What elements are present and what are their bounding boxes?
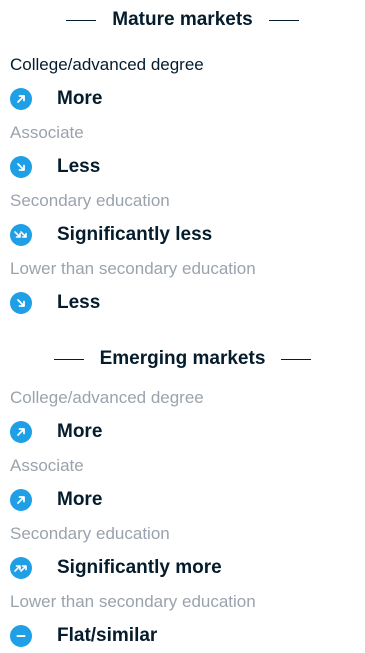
trend-row: More	[0, 483, 365, 517]
double-arrow-down-right-icon	[10, 224, 32, 246]
trend-row: More	[0, 82, 365, 116]
education-level-label: Associate	[10, 123, 84, 142]
section-title: Emerging markets	[99, 348, 266, 369]
trend-row: More	[0, 415, 365, 449]
header-rule-right	[268, 19, 299, 21]
trend-label: More	[57, 421, 103, 442]
education-level-row: College/advanced degree	[0, 381, 365, 415]
trend-label: More	[57, 88, 103, 109]
section-emerging: College/advanced degree More Associate M…	[0, 381, 365, 653]
trend-label: Significantly more	[57, 557, 222, 578]
education-level-label: Secondary education	[10, 191, 170, 210]
trend-row: Less	[0, 286, 365, 320]
arrow-up-right-icon	[10, 489, 32, 511]
education-level-label: College/advanced degree	[10, 55, 204, 74]
trend-row: Less	[0, 150, 365, 184]
trend-row: Significantly less	[0, 218, 365, 252]
trend-row: Flat/similar	[0, 619, 365, 653]
section-header-emerging: Emerging markets	[0, 344, 365, 374]
education-level-row: College/advanced degree	[0, 48, 365, 82]
education-level-row: Lower than secondary education	[0, 252, 365, 286]
education-level-row: Associate	[0, 449, 365, 483]
education-level-row: Associate	[0, 116, 365, 150]
trend-row: Significantly more	[0, 551, 365, 585]
arrow-up-right-icon	[10, 421, 32, 443]
section-title: Mature markets	[112, 9, 253, 30]
arrow-down-right-icon	[10, 156, 32, 178]
education-level-row: Lower than secondary education	[0, 585, 365, 619]
trend-label: Less	[57, 292, 101, 313]
header-rule-left	[66, 19, 97, 21]
section-mature: College/advanced degree More Associate L…	[0, 48, 365, 320]
education-level-row: Secondary education	[0, 517, 365, 551]
education-level-label: Lower than secondary education	[10, 592, 256, 611]
section-header-mature: Mature markets	[0, 5, 365, 35]
trend-label: Significantly less	[57, 224, 213, 245]
dash-icon	[10, 625, 32, 647]
trend-label: Less	[57, 156, 101, 177]
education-level-label: Lower than secondary education	[10, 259, 256, 278]
arrow-up-right-icon	[10, 88, 32, 110]
trend-label: More	[57, 489, 103, 510]
header-rule-right	[281, 358, 312, 360]
arrow-down-right-icon	[10, 292, 32, 314]
double-arrow-up-right-icon	[10, 557, 32, 579]
education-level-label: Associate	[10, 456, 84, 475]
header-rule-left	[53, 358, 84, 360]
education-level-label: Secondary education	[10, 524, 170, 543]
education-level-row: Secondary education	[0, 184, 365, 218]
trend-label: Flat/similar	[57, 625, 158, 646]
education-level-label: College/advanced degree	[10, 388, 204, 407]
